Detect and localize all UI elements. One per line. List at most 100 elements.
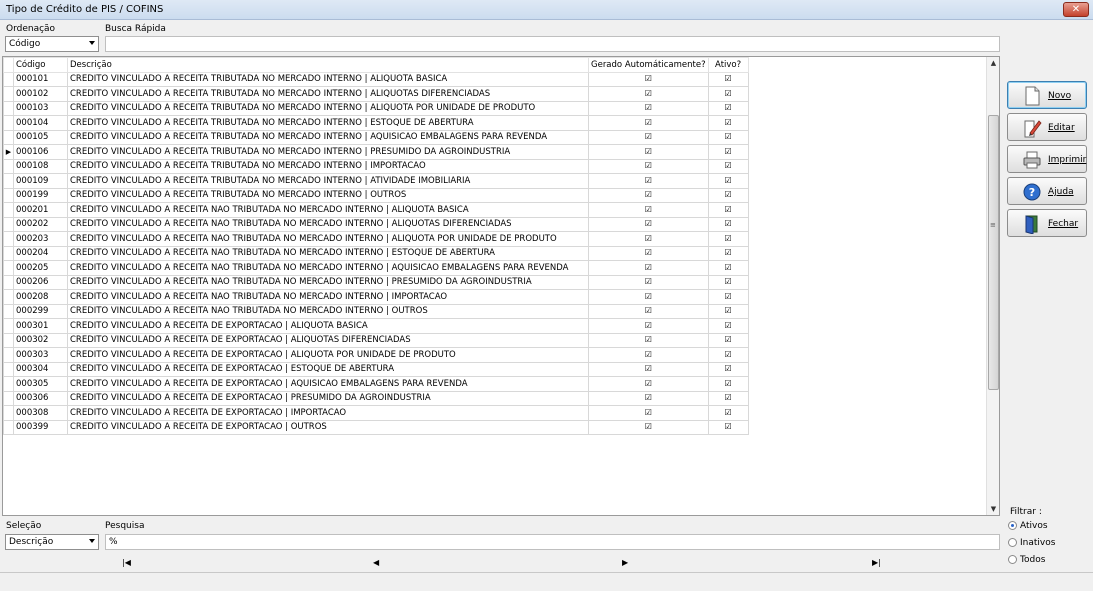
- radio-button[interactable]: [1008, 521, 1017, 530]
- checkbox-checked-icon[interactable]: ☑: [725, 393, 732, 402]
- checkbox-checked-icon[interactable]: ☑: [645, 118, 652, 127]
- checkbox-checked-icon[interactable]: ☑: [725, 306, 732, 315]
- table-row[interactable]: 000204 CREDITO VINCULADO A RECEITA NAO TR…: [3, 245, 749, 261]
- checkbox-checked-icon[interactable]: ☑: [645, 103, 652, 112]
- checkbox-checked-icon[interactable]: ☑: [645, 147, 652, 156]
- checkbox-checked-icon[interactable]: ☑: [725, 234, 732, 243]
- checkbox-checked-icon[interactable]: ☑: [645, 234, 652, 243]
- table-row[interactable]: ▶ 000106 CREDITO VINCULADO A RECEITA TRIBU…: [3, 144, 749, 160]
- novo-button[interactable]: Novo: [1007, 81, 1087, 109]
- table-row[interactable]: 000103 CREDITO VINCULADO A RECEITA TRIBUT…: [3, 100, 749, 116]
- checkbox-checked-icon[interactable]: ☑: [725, 321, 732, 330]
- filter-option-0[interactable]: Ativos: [1008, 521, 1048, 531]
- table-row[interactable]: 000306 CREDITO VINCULADO A RECEITA DE EXP…: [3, 390, 749, 406]
- table-row[interactable]: 000205 CREDITO VINCULADO A RECEITA NAO TR…: [3, 260, 749, 276]
- table-row[interactable]: 000102 CREDITO VINCULADO A RECEITA TRIBUT…: [3, 86, 749, 102]
- scroll-thumb[interactable]: [988, 115, 999, 390]
- pesquisa-input[interactable]: %: [105, 534, 1000, 550]
- table-row[interactable]: 000399 CREDITO VINCULADO A RECEITA DE EXP…: [3, 419, 749, 435]
- checkbox-checked-icon[interactable]: ☑: [645, 422, 652, 431]
- ordenacao-select[interactable]: Código: [5, 36, 99, 52]
- checkbox-checked-icon[interactable]: ☑: [725, 89, 732, 98]
- table-row[interactable]: 000208 CREDITO VINCULADO A RECEITA NAO TR…: [3, 289, 749, 305]
- checkbox-checked-icon[interactable]: ☑: [725, 147, 732, 156]
- table-row[interactable]: 000109 CREDITO VINCULADO A RECEITA TRIBUT…: [3, 173, 749, 189]
- table-row[interactable]: 000203 CREDITO VINCULADO A RECEITA NAO TR…: [3, 231, 749, 247]
- header-codigo[interactable]: Código: [13, 57, 68, 73]
- checkbox-checked-icon[interactable]: ☑: [725, 422, 732, 431]
- checkbox-checked-icon[interactable]: ☑: [645, 248, 652, 257]
- vertical-scrollbar[interactable]: ▲ ≡ ▼: [986, 57, 999, 515]
- previous-record-icon[interactable]: ◀: [373, 558, 379, 567]
- table-row[interactable]: 000101 CREDITO VINCULADO A RECEITA TRIBUT…: [3, 71, 749, 87]
- checkbox-checked-icon[interactable]: ☑: [725, 408, 732, 417]
- checkbox-checked-icon[interactable]: ☑: [725, 263, 732, 272]
- table-row[interactable]: 000202 CREDITO VINCULADO A RECEITA NAO TR…: [3, 216, 749, 232]
- checkbox-checked-icon[interactable]: ☑: [645, 190, 652, 199]
- checkbox-checked-icon[interactable]: ☑: [645, 306, 652, 315]
- ajuda-button[interactable]: ? Ajuda: [1007, 177, 1087, 205]
- checkbox-checked-icon[interactable]: ☑: [645, 321, 652, 330]
- data-grid[interactable]: Código Descrição Gerado Automáticamente?…: [2, 56, 1000, 516]
- checkbox-checked-icon[interactable]: ☑: [725, 205, 732, 214]
- checkbox-checked-icon[interactable]: ☑: [645, 408, 652, 417]
- checkbox-checked-icon[interactable]: ☑: [645, 292, 652, 301]
- table-row[interactable]: 000304 CREDITO VINCULADO A RECEITA DE EXP…: [3, 361, 749, 377]
- checkbox-checked-icon[interactable]: ☑: [645, 393, 652, 402]
- table-row[interactable]: 000206 CREDITO VINCULADO A RECEITA NAO TR…: [3, 274, 749, 290]
- checkbox-checked-icon[interactable]: ☑: [725, 292, 732, 301]
- close-button[interactable]: ✕: [1063, 2, 1089, 17]
- table-row[interactable]: 000301 CREDITO VINCULADO A RECEITA DE EXP…: [3, 318, 749, 334]
- checkbox-checked-icon[interactable]: ☑: [645, 176, 652, 185]
- imprimir-button[interactable]: Imprimir: [1007, 145, 1087, 173]
- selecao-select[interactable]: Descrição: [5, 534, 99, 550]
- checkbox-checked-icon[interactable]: ☑: [645, 364, 652, 373]
- checkbox-checked-icon[interactable]: ☑: [645, 89, 652, 98]
- table-row[interactable]: 000308 CREDITO VINCULADO A RECEITA DE EXP…: [3, 405, 749, 421]
- scroll-down-icon[interactable]: ▼: [987, 503, 999, 515]
- last-record-icon[interactable]: ▶|: [872, 558, 881, 567]
- checkbox-checked-icon[interactable]: ☑: [645, 161, 652, 170]
- fechar-button[interactable]: Fechar: [1007, 209, 1087, 237]
- first-record-icon[interactable]: |◀: [122, 558, 131, 567]
- checkbox-checked-icon[interactable]: ☑: [725, 335, 732, 344]
- checkbox-checked-icon[interactable]: ☑: [725, 176, 732, 185]
- table-row[interactable]: 000302 CREDITO VINCULADO A RECEITA DE EXP…: [3, 332, 749, 348]
- checkbox-checked-icon[interactable]: ☑: [645, 263, 652, 272]
- checkbox-checked-icon[interactable]: ☑: [725, 103, 732, 112]
- editar-button[interactable]: Editar: [1007, 113, 1087, 141]
- next-record-icon[interactable]: ▶: [622, 558, 628, 567]
- checkbox-checked-icon[interactable]: ☑: [725, 364, 732, 373]
- checkbox-checked-icon[interactable]: ☑: [725, 248, 732, 257]
- checkbox-checked-icon[interactable]: ☑: [645, 132, 652, 141]
- table-row[interactable]: 000305 CREDITO VINCULADO A RECEITA DE EXP…: [3, 376, 749, 392]
- checkbox-checked-icon[interactable]: ☑: [725, 132, 732, 141]
- checkbox-checked-icon[interactable]: ☑: [725, 74, 732, 83]
- checkbox-checked-icon[interactable]: ☑: [645, 277, 652, 286]
- filter-option-1[interactable]: Inativos: [1008, 538, 1055, 548]
- table-row[interactable]: 000199 CREDITO VINCULADO A RECEITA TRIBUT…: [3, 187, 749, 203]
- table-row[interactable]: 000105 CREDITO VINCULADO A RECEITA TRIBUT…: [3, 129, 749, 145]
- checkbox-checked-icon[interactable]: ☑: [725, 190, 732, 199]
- checkbox-checked-icon[interactable]: ☑: [645, 74, 652, 83]
- table-row[interactable]: 000108 CREDITO VINCULADO A RECEITA TRIBUT…: [3, 158, 749, 174]
- checkbox-checked-icon[interactable]: ☑: [645, 335, 652, 344]
- busca-rapida-input[interactable]: [105, 36, 1000, 52]
- header-ativo[interactable]: Ativo?: [707, 57, 749, 73]
- table-row[interactable]: 000104 CREDITO VINCULADO A RECEITA TRIBUT…: [3, 115, 749, 131]
- checkbox-checked-icon[interactable]: ☑: [725, 161, 732, 170]
- table-row[interactable]: 000303 CREDITO VINCULADO A RECEITA DE EXP…: [3, 347, 749, 363]
- radio-button[interactable]: [1008, 555, 1017, 564]
- header-descricao[interactable]: Descrição: [67, 57, 589, 73]
- table-row[interactable]: 000299 CREDITO VINCULADO A RECEITA NAO TR…: [3, 303, 749, 319]
- checkbox-checked-icon[interactable]: ☑: [725, 350, 732, 359]
- checkbox-checked-icon[interactable]: ☑: [645, 350, 652, 359]
- filter-option-2[interactable]: Todos: [1008, 555, 1045, 565]
- scroll-up-icon[interactable]: ▲: [987, 57, 999, 69]
- checkbox-checked-icon[interactable]: ☑: [645, 205, 652, 214]
- checkbox-checked-icon[interactable]: ☑: [645, 379, 652, 388]
- radio-button[interactable]: [1008, 538, 1017, 547]
- table-row[interactable]: 000201 CREDITO VINCULADO A RECEITA NAO TR…: [3, 202, 749, 218]
- header-gerado[interactable]: Gerado Automáticamente?: [588, 57, 709, 73]
- checkbox-checked-icon[interactable]: ☑: [645, 219, 652, 228]
